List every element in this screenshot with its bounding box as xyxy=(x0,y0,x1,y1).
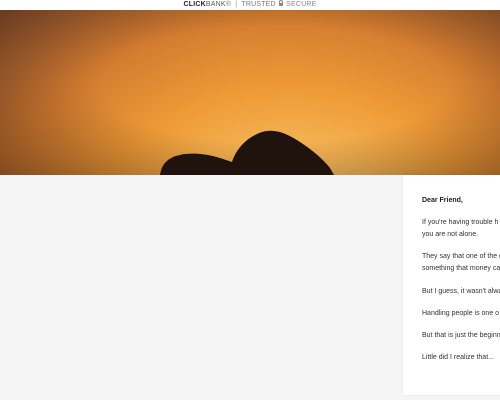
trust-banner: CLICKBANK® | TRUSTED SECURE xyxy=(0,0,500,10)
lock-icon xyxy=(278,0,284,6)
sales-letter-card: Dear Friend, If you're having trouble h … xyxy=(403,175,500,395)
registered-mark: ® xyxy=(225,1,232,8)
letter-line: Little did I realize that... xyxy=(422,354,494,361)
banner-separator: | xyxy=(235,1,238,8)
clickbank-logo-bold: CLICK xyxy=(183,1,206,8)
silhouette-graphic xyxy=(160,130,334,175)
letter-line: Handling people is one o xyxy=(422,310,500,317)
letter-line: They say that one of the g xyxy=(422,253,500,260)
letter-line: something that money ca xyxy=(422,265,500,272)
clickbank-logo-light: BANK xyxy=(205,1,226,8)
letter-line: you are not alone. xyxy=(422,231,479,238)
letter-greeting: Dear Friend, xyxy=(422,197,463,204)
letter-line: If you're having trouble h xyxy=(422,219,499,226)
arm-silhouette xyxy=(230,162,240,175)
secure-label: SECURE xyxy=(286,1,317,8)
letter-line: But I guess, it wasn't alwa xyxy=(422,288,500,295)
sun-glow xyxy=(257,163,313,175)
letter-line: But that is just the beginn xyxy=(422,332,500,339)
trusted-label: TRUSTED xyxy=(241,1,276,8)
content-area xyxy=(0,175,403,400)
hero-image xyxy=(0,10,500,175)
head-silhouette xyxy=(160,130,334,175)
